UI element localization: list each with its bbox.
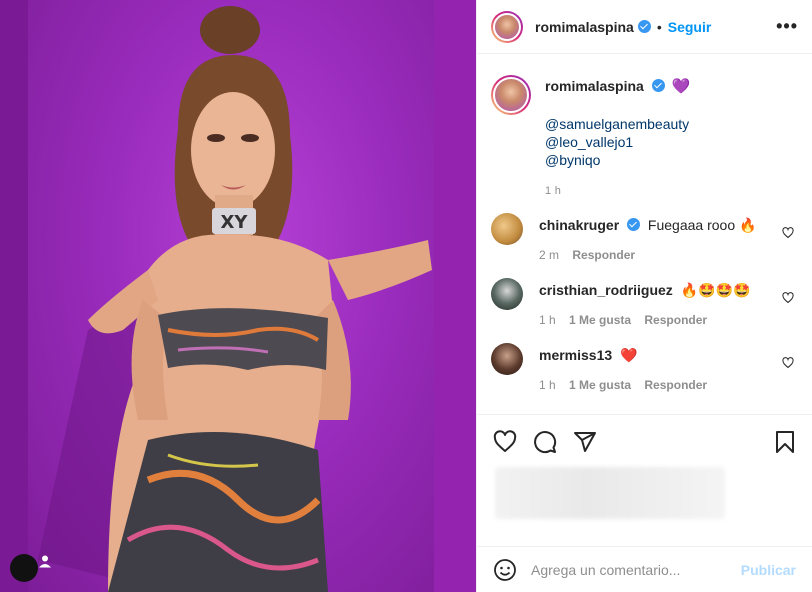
heart-icon[interactable] — [493, 430, 517, 454]
comment-like-heart-icon[interactable] — [782, 357, 794, 369]
photo-illustration: XY — [38, 6, 432, 592]
mention-link[interactable]: @byniqo — [545, 151, 690, 169]
share-icon[interactable] — [573, 430, 597, 454]
reply-button[interactable]: Responder — [644, 313, 707, 327]
verified-badge-icon — [637, 20, 651, 33]
comment-like-heart-icon[interactable] — [782, 292, 794, 304]
comment-likes-count[interactable]: 1 Me gusta — [569, 313, 631, 327]
commenter-avatar[interactable] — [491, 213, 523, 245]
comment-icon[interactable] — [533, 430, 557, 454]
comment-text: ❤️ — [620, 347, 638, 363]
commenter-username[interactable]: mermiss13 — [539, 347, 612, 363]
post-header: romimalaspina • Seguir ••• — [477, 0, 812, 54]
bookmark-icon[interactable] — [774, 430, 796, 454]
follow-button[interactable]: Seguir — [668, 19, 712, 35]
caption-mentions: @samuelganembeauty @leo_vallejo1 @byniqo — [545, 115, 690, 169]
comment-text: Fuegaaa rooo 🔥 — [647, 217, 757, 233]
commenter-username[interactable]: chinakruger — [539, 217, 619, 233]
more-options-icon[interactable]: ••• — [776, 16, 798, 37]
comments-list[interactable]: romimalaspina 💜 @samuelganembeauty @leo_… — [477, 55, 812, 414]
commenter-avatar[interactable] — [491, 343, 523, 375]
commenter-username[interactable]: cristhian_rodriiguez — [539, 282, 673, 298]
comment-likes-count[interactable]: 1 Me gusta — [569, 378, 631, 392]
mention-link[interactable]: @samuelganembeauty — [545, 115, 690, 133]
comment-input[interactable] — [531, 561, 741, 578]
user-icon[interactable] — [10, 554, 51, 582]
image-edge-right — [434, 0, 476, 592]
caption-avatar[interactable] — [491, 75, 531, 115]
comment-text: 🔥🤩🤩🤩 — [680, 282, 751, 298]
reply-button[interactable]: Responder — [644, 378, 707, 392]
comment-like-heart-icon[interactable] — [782, 227, 794, 239]
comment-composer: Publicar — [477, 546, 812, 592]
separator-dot: • — [656, 18, 662, 35]
caption-username[interactable]: romimalaspina — [545, 78, 644, 94]
likes-placeholder-blurred — [495, 467, 725, 519]
author-avatar[interactable] — [491, 10, 523, 43]
smiley-icon[interactable] — [493, 558, 517, 582]
mention-link[interactable]: @leo_vallejo1 — [545, 133, 690, 151]
comment-time[interactable]: 2 m — [539, 248, 559, 262]
comment-item: cristhian_rodriiguez 🔥🤩🤩🤩 1 h 1 Me gusta… — [491, 262, 798, 327]
svg-text:XY: XY — [221, 212, 249, 233]
commenter-avatar[interactable] — [491, 278, 523, 310]
image-edge-left — [0, 0, 28, 592]
comment-item: mermiss13 ❤️ 1 h 1 Me gusta Responder — [491, 327, 798, 392]
purple-heart-emoji: 💜 — [671, 78, 691, 95]
post-image[interactable]: XY — [0, 0, 476, 592]
post-side-panel: romimalaspina • Seguir ••• romimalaspina… — [476, 0, 812, 592]
caption-time: 1 h — [545, 185, 562, 197]
comment-time[interactable]: 1 h — [539, 378, 556, 392]
verified-badge-icon — [627, 218, 641, 231]
verified-badge-icon — [651, 79, 665, 92]
post-actions — [477, 414, 812, 524]
comment-item: chinakruger Fuegaaa rooo 🔥 2 m Responder — [491, 197, 798, 262]
caption: romimalaspina 💜 @samuelganembeauty @leo_… — [491, 55, 798, 197]
comment-time[interactable]: 1 h — [539, 313, 556, 327]
publish-button[interactable]: Publicar — [741, 562, 796, 578]
reply-button[interactable]: Responder — [572, 248, 635, 262]
author-username[interactable]: romimalaspina — [535, 19, 634, 35]
